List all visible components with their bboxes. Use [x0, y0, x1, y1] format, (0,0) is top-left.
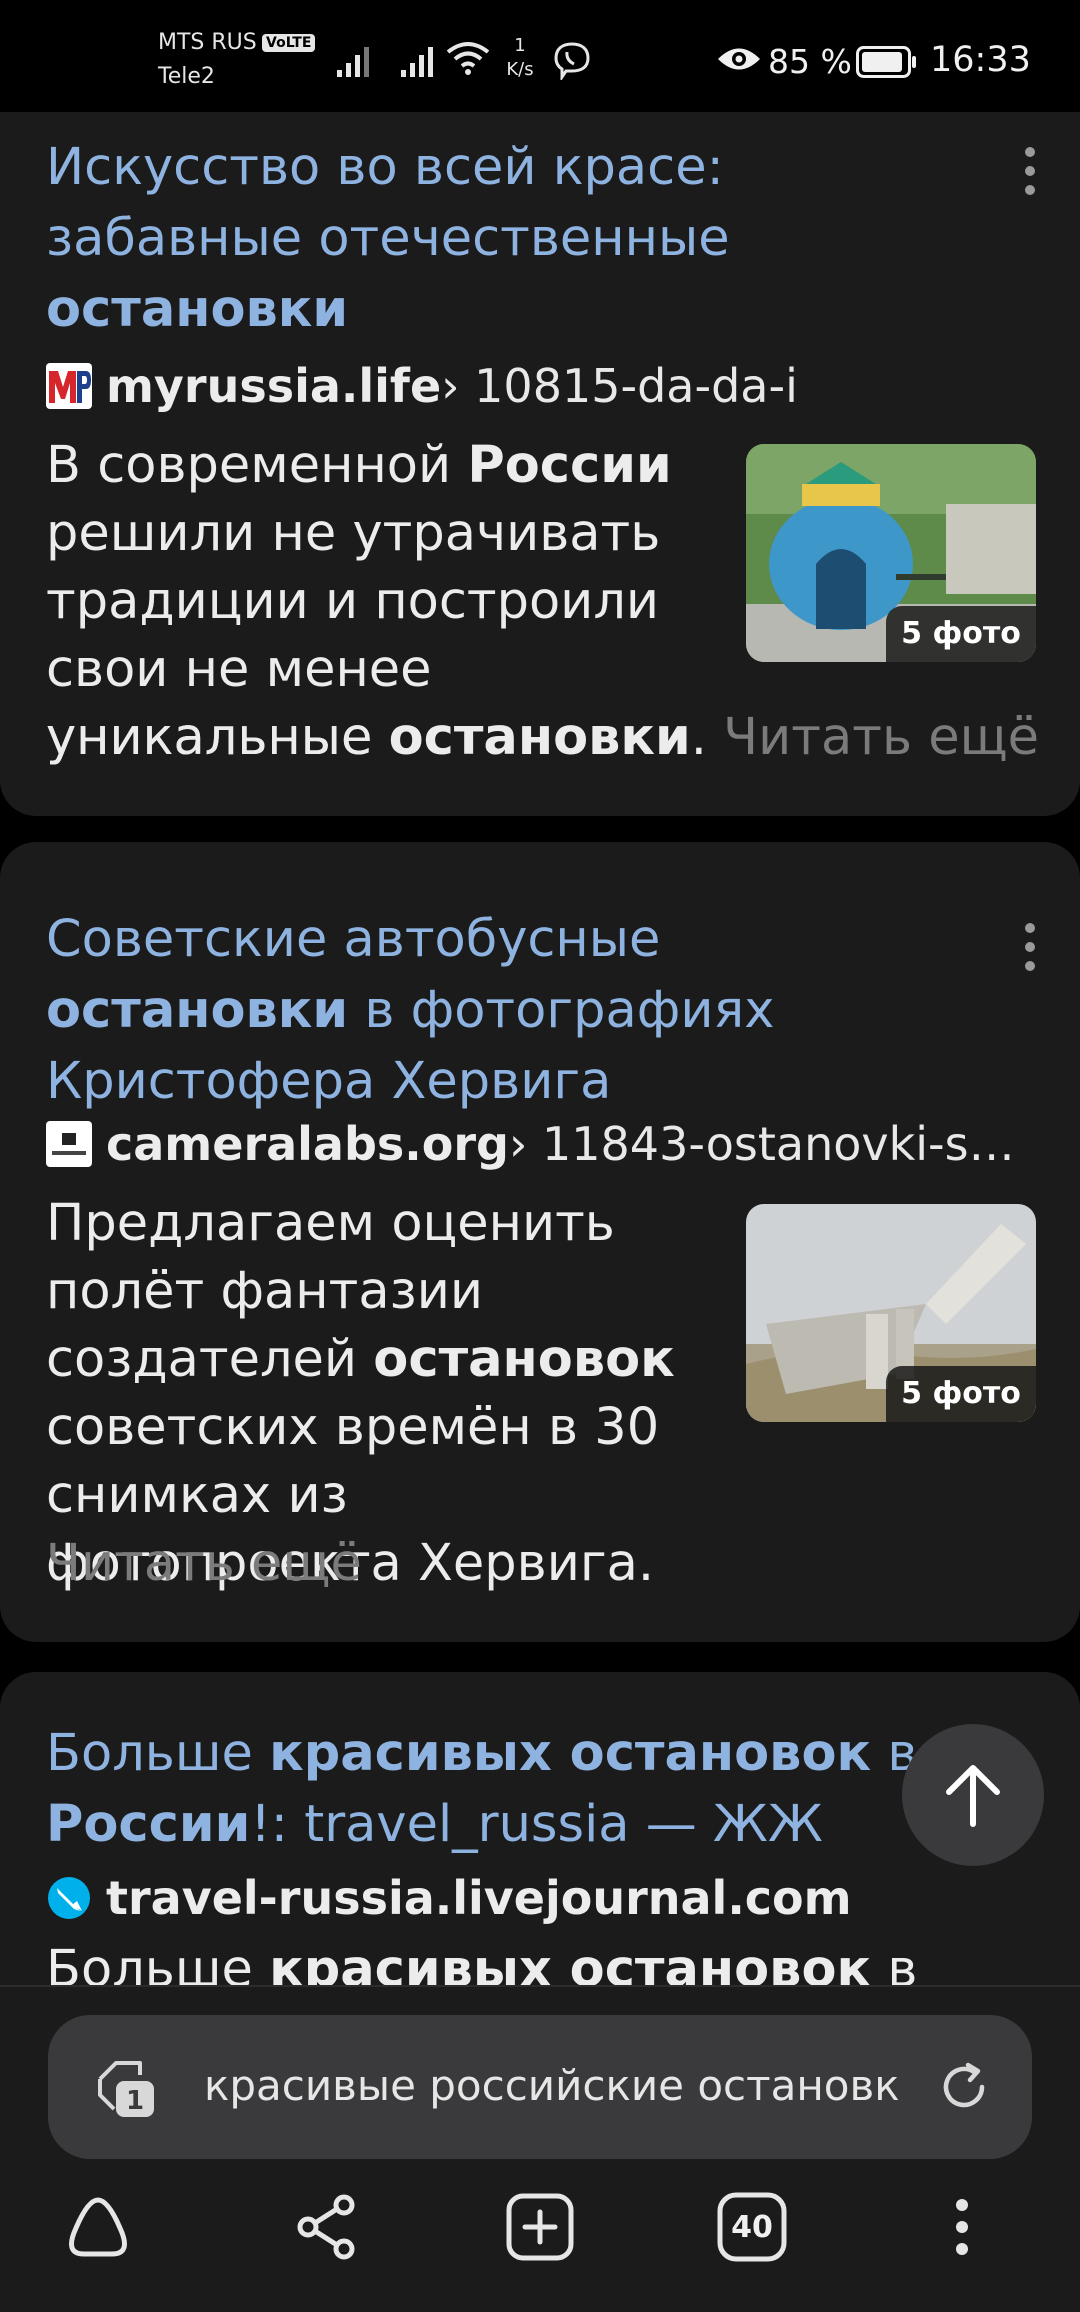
result-source[interactable]: cameralabs.org › 11843-ostanovki-sovetsk…	[46, 1112, 1036, 1176]
title-text: Советские автобусные	[46, 910, 661, 969]
share-button[interactable]	[288, 2187, 368, 2267]
search-result-card[interactable]: Советские автобусные остановки в фотогра…	[0, 842, 1080, 1642]
title-highlight: остановки	[46, 981, 349, 1040]
volte-badge: VoLTE	[262, 34, 316, 52]
livejournal-favicon-icon	[48, 1877, 90, 1919]
result-menu-icon[interactable]	[1020, 144, 1040, 198]
menu-button[interactable]	[922, 2187, 1002, 2267]
title-highlight: красивых остановок	[269, 1724, 872, 1783]
clock: 16:33	[930, 40, 1031, 80]
result-title-link[interactable]: Советские автобусные остановки в фотогра…	[46, 904, 966, 1117]
battery-percent: 85 %	[768, 42, 852, 81]
search-result-card[interactable]: Искусство во всей красе: забавные отечес…	[0, 66, 1080, 816]
carrier-primary: MTS RUS	[158, 30, 257, 55]
tabs-counter-button[interactable]: 40	[712, 2187, 792, 2267]
cameralabs-favicon-icon	[46, 1121, 92, 1167]
home-button[interactable]	[58, 2187, 138, 2267]
status-bar: MTS RUS VoLTE Tele2 1 K/s 85 % 16:33	[0, 0, 1080, 112]
title-text: Больше	[46, 1724, 270, 1783]
carrier-secondary: Tele2	[158, 64, 215, 89]
tab-switch-icon[interactable]: 1	[94, 2055, 162, 2121]
eye-comfort-icon	[718, 48, 760, 70]
result-source[interactable]: myrussia.life › 10815-da-da-i	[46, 354, 1036, 418]
share-icon	[297, 2194, 355, 2260]
tabs-count: 40	[731, 2209, 773, 2245]
result-title-link[interactable]: Искусство во всей красе: забавные отечес…	[46, 132, 966, 345]
battery-icon	[856, 46, 916, 78]
wifi-icon	[446, 42, 490, 75]
result-path: › 11843-ostanovki-sovetskikh-vremen	[508, 1117, 1036, 1171]
new-tab-plus-icon	[506, 2193, 574, 2261]
title-highlight: остановки	[46, 280, 349, 339]
network-speed-value: 1	[514, 35, 526, 56]
result-menu-icon[interactable]	[1020, 920, 1040, 974]
reload-icon[interactable]	[938, 2061, 990, 2113]
alice-home-icon	[69, 2197, 127, 2257]
title-text: Искусство во всей красе: забавные отечес…	[46, 138, 730, 268]
read-more-row: Читать ещё	[46, 1530, 362, 1598]
signal-icon	[337, 47, 369, 77]
result-path: › 10815-da-da-i	[441, 359, 798, 413]
result-domain: cameralabs.org	[106, 1117, 509, 1171]
result-thumbnail[interactable]: 5 фото	[746, 444, 1036, 662]
snippet-highlight: России	[467, 436, 672, 495]
snippet-highlight: остановок	[373, 1330, 675, 1389]
result-snippet-end: уникальные остановки. Читать ещё	[46, 708, 1040, 767]
photo-count-badge: 5 фото	[886, 606, 1036, 662]
result-domain: travel-russia.livejournal.com	[106, 1871, 852, 1925]
photo-count-badge: 5 фото	[886, 1366, 1036, 1422]
myrussia-favicon-icon	[46, 363, 92, 409]
result-domain: myrussia.life	[106, 359, 442, 413]
network-speed-unit: K/s	[506, 59, 534, 80]
snippet-text: .	[690, 708, 724, 767]
snippet-text: В современной	[46, 436, 468, 495]
read-more-link[interactable]: Читать ещё	[723, 708, 1039, 767]
result-thumbnail[interactable]: 5 фото	[746, 1204, 1036, 1422]
address-bar[interactable]: 1 красивые российские остановк	[48, 2015, 1032, 2159]
more-vertical-icon	[956, 2199, 968, 2255]
title-text: !: travel_russia — ЖЖ	[250, 1795, 823, 1854]
browser-bottom-bar: 1 красивые российские остановк 40	[0, 1985, 1080, 2312]
tab-badge: 1	[126, 2086, 144, 2116]
scroll-to-top-button[interactable]	[902, 1724, 1044, 1866]
signal-icon	[401, 47, 433, 77]
viber-icon	[554, 42, 590, 80]
read-more-link[interactable]: Читать ещё	[46, 1534, 362, 1593]
network-speed: 1 K/s	[500, 34, 540, 82]
result-title-link[interactable]: Больше красивых остановок в России!: tra…	[46, 1718, 966, 1860]
title-highlight: России	[46, 1795, 251, 1854]
new-tab-button[interactable]	[500, 2187, 580, 2267]
search-query-text[interactable]: красивые российские остановк	[204, 2061, 984, 2110]
snippet-highlight: остановки	[388, 708, 691, 767]
result-source[interactable]: travel-russia.livejournal.com	[46, 1866, 1036, 1930]
arrow-up-icon	[946, 1765, 1000, 1827]
